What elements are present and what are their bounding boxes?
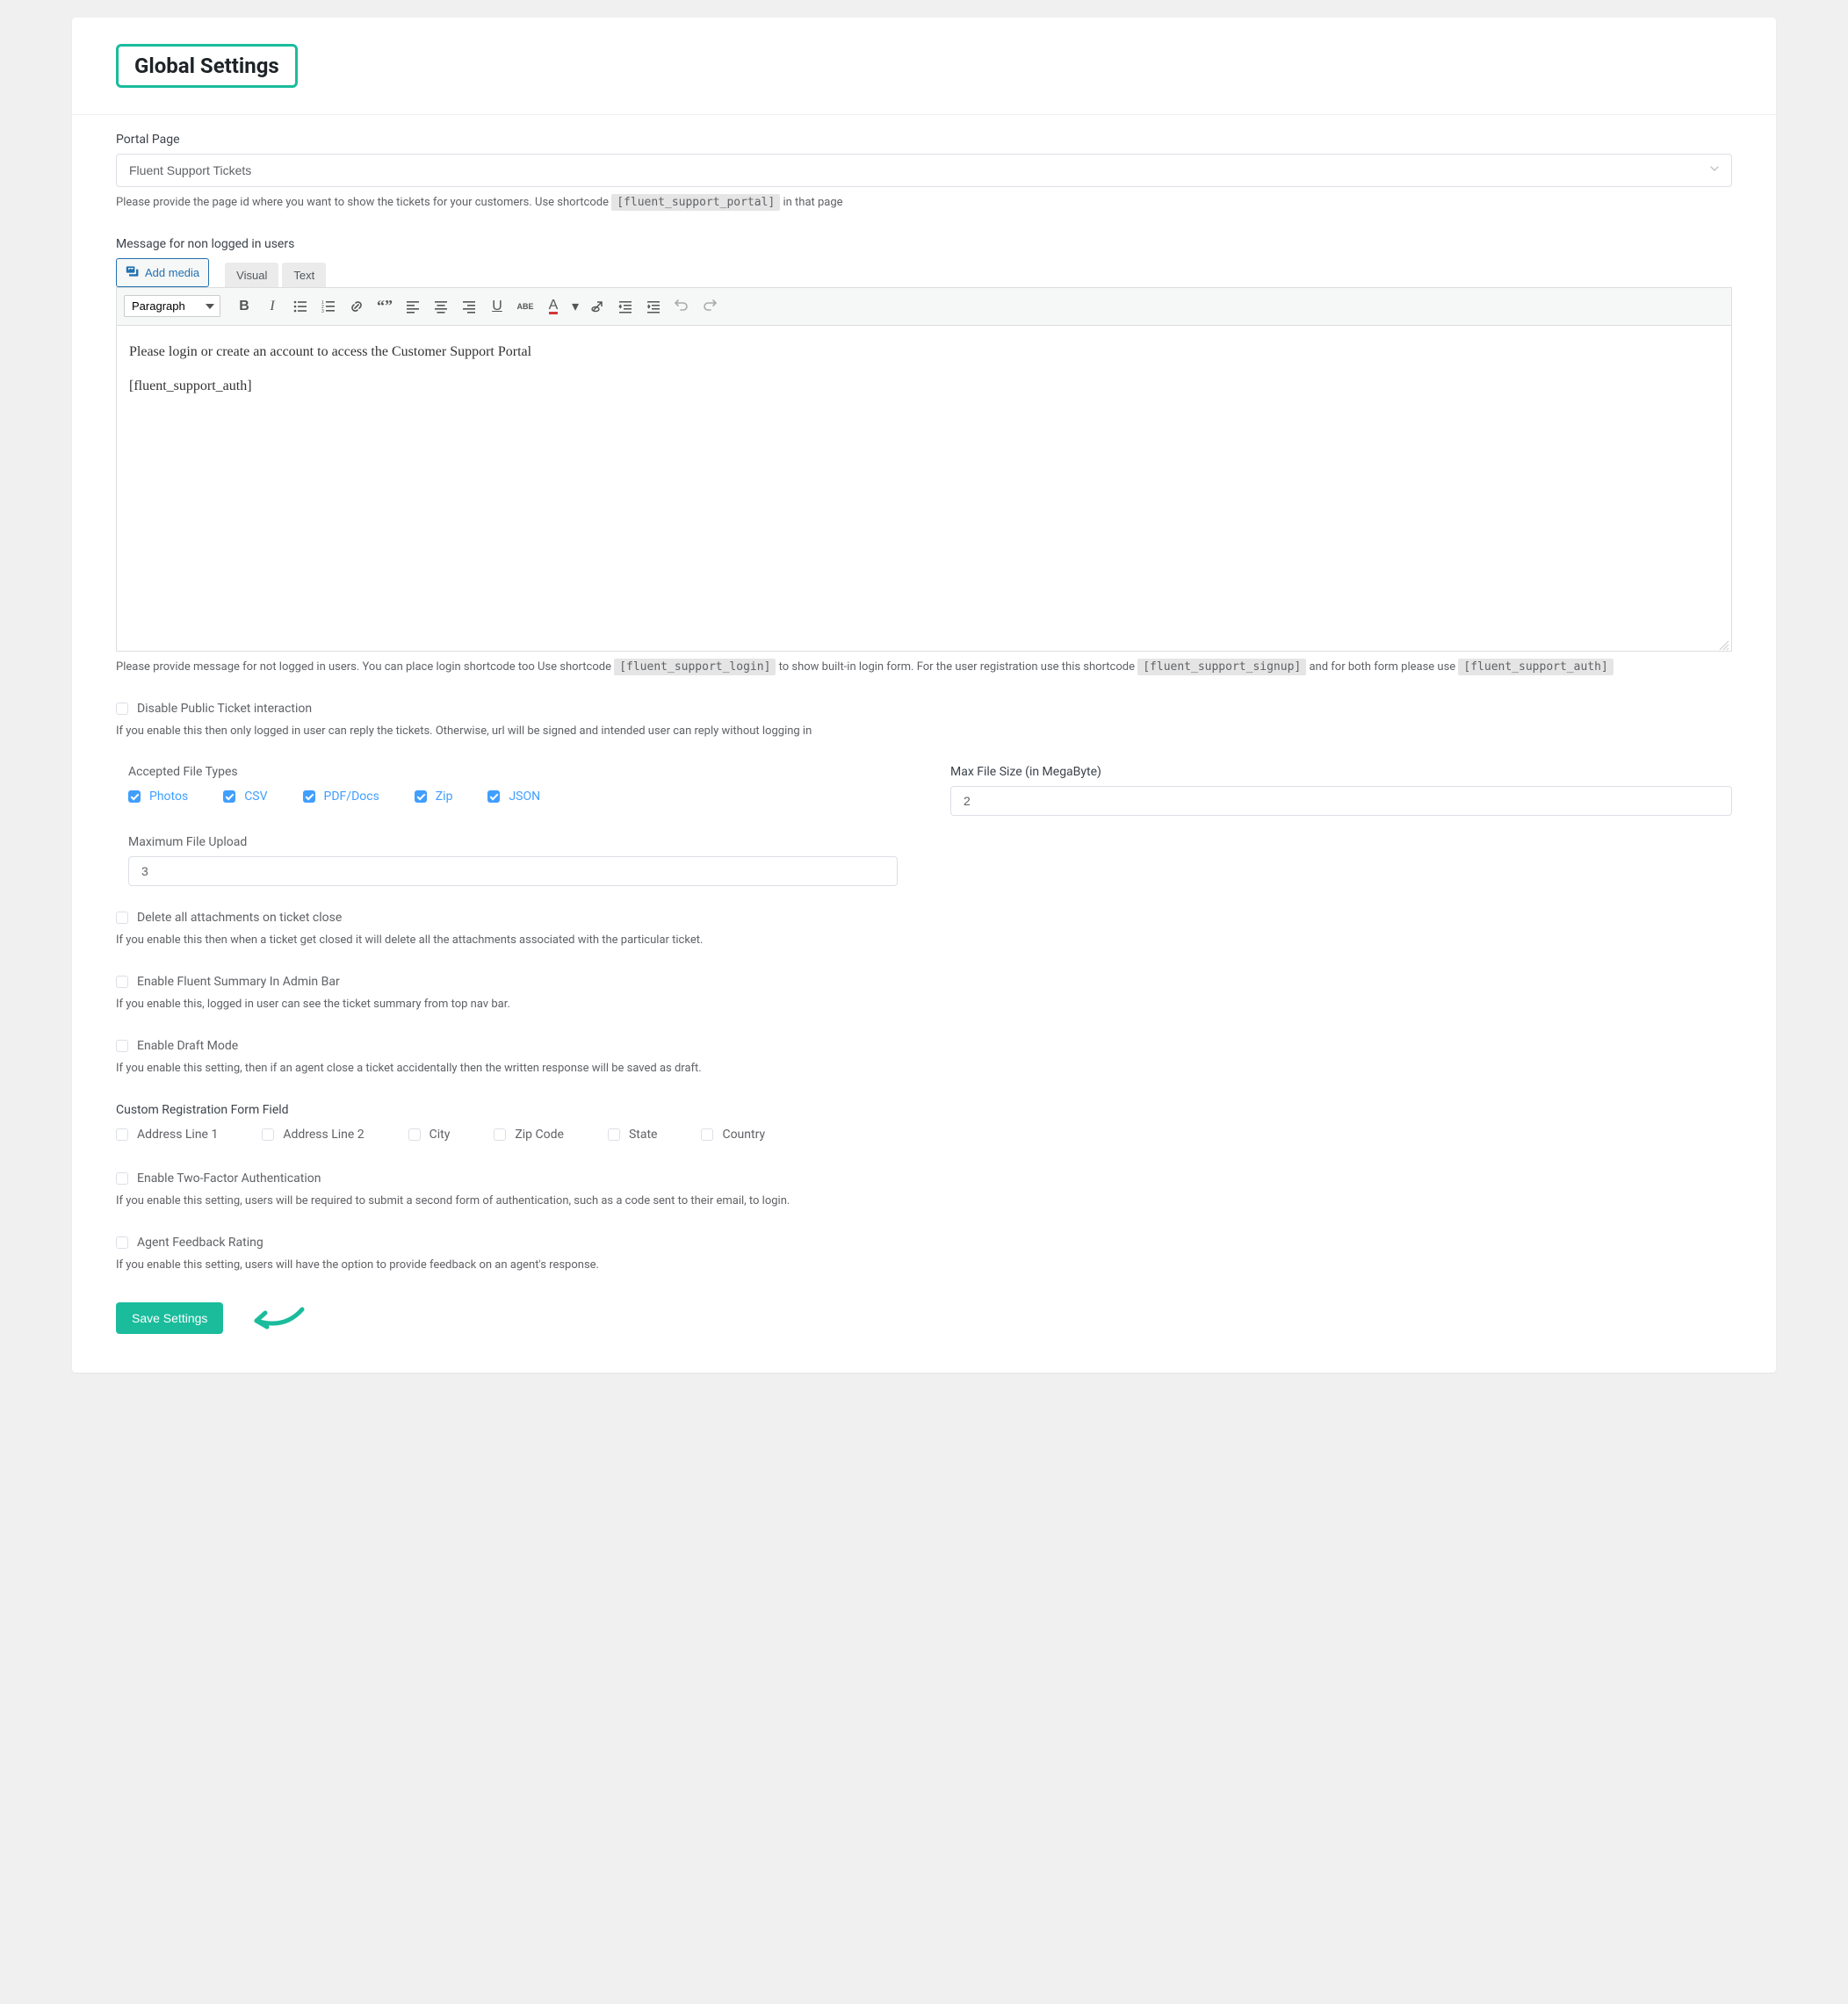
shortcode-login: [fluent_support_login] [614,659,776,675]
checkbox-icon [415,790,427,803]
add-media-button[interactable]: Add media [116,258,209,287]
filetype-csv[interactable]: CSV [223,789,267,804]
arrow-left-icon [241,1299,311,1337]
portal-page-help: Please provide the page id where you wan… [116,194,1732,213]
checkbox-icon [116,1236,128,1249]
checkbox-icon [116,1172,128,1185]
draft-mode-checkbox[interactable]: Enable Draft Mode [116,1039,1732,1053]
save-settings-button[interactable]: Save Settings [116,1302,223,1334]
twofa-help: If you enable this setting, users will b… [116,1193,1732,1211]
disable-public-checkbox[interactable]: Disable Public Ticket interaction [116,702,1732,716]
max-upload-label: Maximum File Upload [128,835,898,849]
checkbox-icon [128,790,141,803]
align-left-icon[interactable] [400,293,426,320]
checkbox-icon [262,1128,274,1141]
checkbox-icon [701,1128,713,1141]
portal-page-input[interactable] [116,154,1732,187]
tab-visual[interactable]: Visual [225,263,278,287]
delete-attachments-checkbox[interactable]: Delete all attachments on ticket close [116,911,1732,925]
redo-icon[interactable] [697,293,723,320]
indent-icon[interactable] [640,293,667,320]
color-dropdown-icon[interactable]: ▾ [568,293,582,320]
page-title: Global Settings [134,54,279,78]
checkbox-icon [116,1040,128,1052]
editor-toolbar: Paragraph B I 123 “” U ABE A [117,288,1731,326]
admin-bar-help: If you enable this, logged in user can s… [116,996,1732,1014]
reg-address2[interactable]: Address Line 2 [262,1128,364,1142]
svg-text:3: 3 [321,309,324,314]
tab-text[interactable]: Text [282,263,326,287]
checkbox-icon [116,1128,128,1141]
align-center-icon[interactable] [428,293,454,320]
editor-help: Please provide message for not logged in… [116,659,1732,677]
filetype-json[interactable]: JSON [487,789,540,804]
filetype-photos[interactable]: Photos [128,789,188,804]
reg-city[interactable]: City [408,1128,451,1142]
checkbox-icon [223,790,235,803]
link-icon[interactable] [343,293,370,320]
delete-attachments-help: If you enable this then when a ticket ge… [116,932,1732,950]
page-title-box: Global Settings [116,44,298,88]
shortcode-auth: [fluent_support_auth] [1458,659,1613,675]
underline-icon[interactable]: U [484,293,510,320]
editor-container: Paragraph B I 123 “” U ABE A [116,287,1732,652]
numbered-list-icon[interactable]: 123 [315,293,342,320]
blockquote-icon[interactable]: “” [372,293,398,320]
custom-reg-label: Custom Registration Form Field [116,1103,1732,1117]
filetype-zip[interactable]: Zip [415,789,453,804]
undo-icon[interactable] [668,293,695,320]
checkbox-icon [608,1128,620,1141]
portal-page-select[interactable] [116,154,1732,187]
checkbox-icon [116,912,128,924]
reg-state[interactable]: State [608,1128,658,1142]
bullet-list-icon[interactable] [287,293,314,320]
text-color-icon[interactable]: A [540,293,567,320]
feedback-help: If you enable this setting, users will h… [116,1257,1732,1275]
outdent-icon[interactable] [612,293,639,320]
portal-page-label: Portal Page [116,133,1732,147]
editor-body[interactable]: Please login or create an account to acc… [117,326,1731,651]
resize-handle-icon[interactable] [1715,635,1729,649]
editor-label: Message for non logged in users [116,237,1732,251]
checkbox-icon [116,703,128,715]
checkbox-icon [303,790,315,803]
checkbox-icon [408,1128,421,1141]
disable-public-help: If you enable this then only logged in u… [116,723,1732,741]
filetype-pdf[interactable]: PDF/Docs [303,789,379,804]
max-file-size-label: Max File Size (in MegaByte) [950,765,1732,779]
bold-icon[interactable]: B [231,293,257,320]
clear-format-icon[interactable] [584,293,610,320]
draft-mode-help: If you enable this setting, then if an a… [116,1060,1732,1078]
feedback-checkbox[interactable]: Agent Feedback Rating [116,1236,1732,1250]
reg-address1[interactable]: Address Line 1 [116,1128,218,1142]
strikethrough-icon[interactable]: ABE [512,293,538,320]
reg-zip[interactable]: Zip Code [494,1128,564,1142]
twofa-checkbox[interactable]: Enable Two-Factor Authentication [116,1171,1732,1186]
max-upload-input[interactable] [128,856,898,886]
file-types-label: Accepted File Types [128,765,898,779]
shortcode-portal: [fluent_support_portal] [611,194,780,211]
max-file-size-input[interactable] [950,786,1732,816]
checkbox-icon [487,790,500,803]
italic-icon[interactable]: I [259,293,285,320]
checkbox-icon [494,1128,506,1141]
checkbox-icon [116,976,128,988]
shortcode-signup: [fluent_support_signup] [1137,659,1306,675]
reg-country[interactable]: Country [701,1128,765,1142]
align-right-icon[interactable] [456,293,482,320]
format-select[interactable]: Paragraph [124,295,220,317]
media-icon [126,264,140,281]
admin-bar-checkbox[interactable]: Enable Fluent Summary In Admin Bar [116,975,1732,989]
